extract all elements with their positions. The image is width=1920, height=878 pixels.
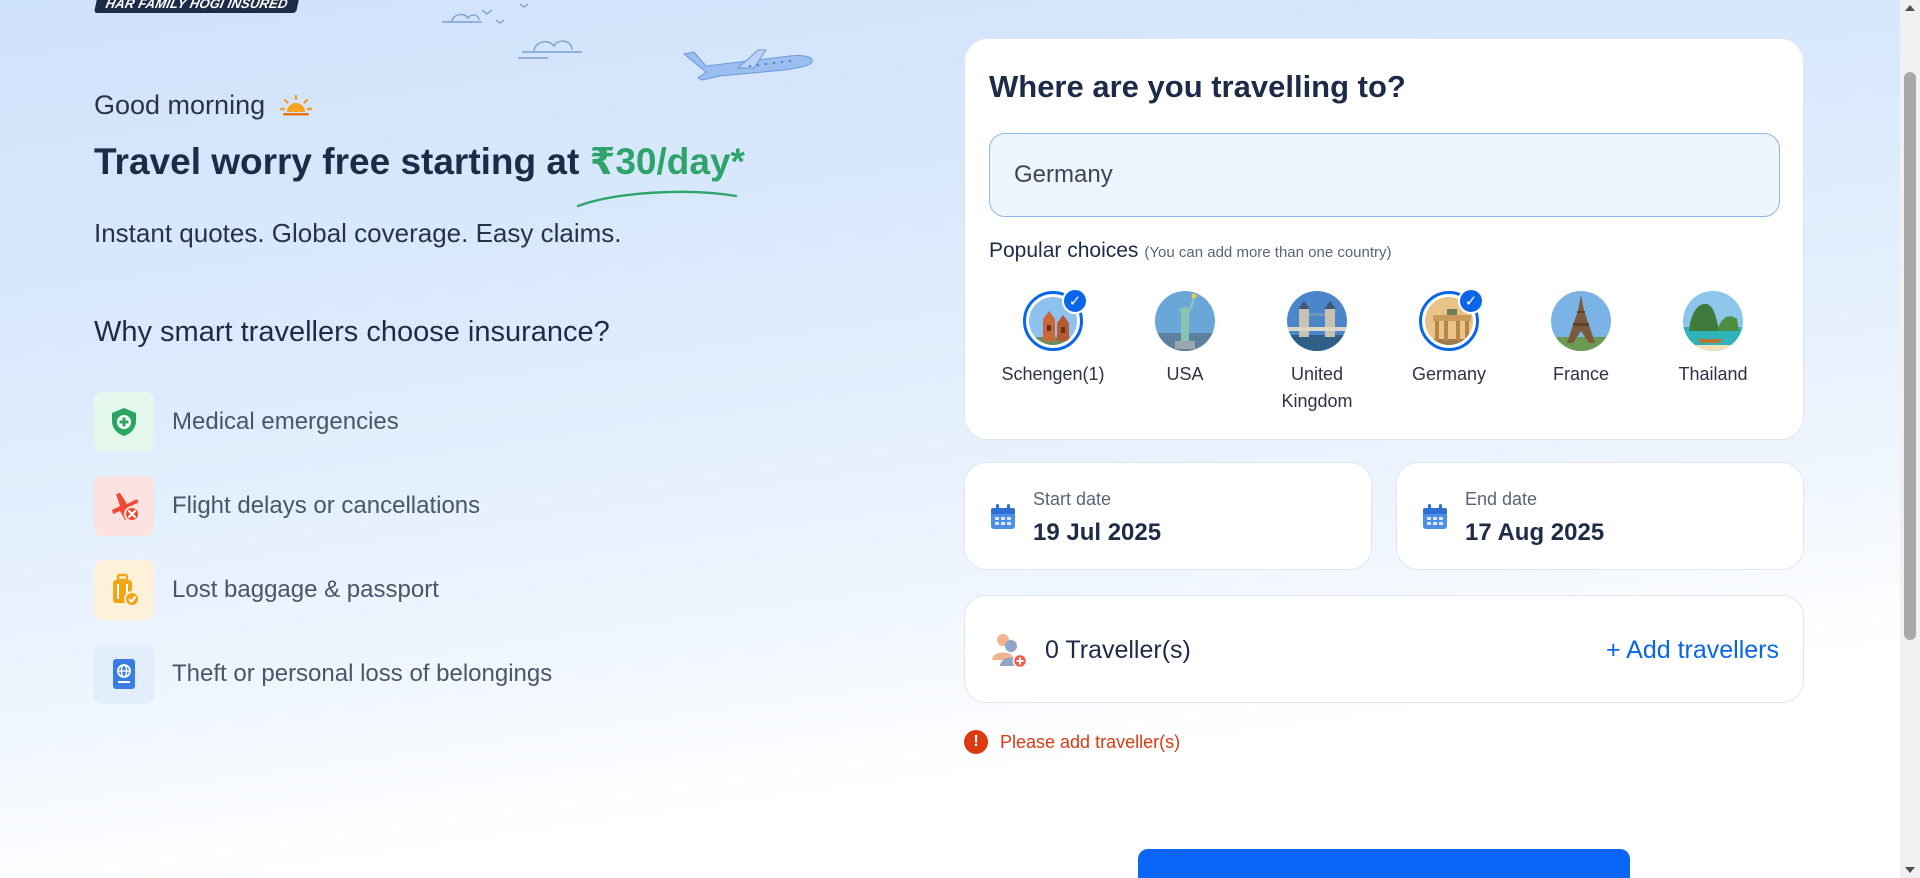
benefit-item: Theft or personal loss of belongings (94, 644, 552, 704)
selected-check-icon: ✓ (1458, 288, 1484, 314)
choice-label: Germany (1411, 364, 1487, 384)
luggage-icon (94, 560, 154, 620)
calendar-icon (991, 504, 1015, 529)
benefit-item: Medical emergencies (94, 392, 552, 452)
why-title: Why smart travellers choose insurance? (94, 316, 610, 348)
hero-subline: Instant quotes. Global coverage. Easy cl… (94, 218, 622, 248)
sunrise-icon (280, 94, 313, 115)
choice-label: Thailand (1678, 364, 1748, 384)
choice-ring (1683, 291, 1743, 351)
passport-icon (94, 644, 154, 704)
start-date-field[interactable]: Start date 19 Jul 2025 (964, 462, 1372, 570)
selected-check-icon: ✓ (1062, 288, 1088, 314)
travellers-field[interactable]: 0 Traveller(s) + Add travellers (964, 595, 1804, 703)
greeting-text: Good morning (94, 90, 266, 120)
start-date-label: Start date (1033, 489, 1112, 509)
page-scrollbar[interactable] (1900, 0, 1920, 878)
tower-bridge-icon (1287, 291, 1347, 351)
eiffel-tower-icon (1551, 291, 1611, 351)
popular-choices-title: Popular choices (989, 239, 1139, 262)
choice-ring (1551, 291, 1611, 351)
choice-label: Schengen(1) (1001, 364, 1105, 384)
add-travellers-button[interactable]: + Add travellers (1606, 636, 1779, 665)
choice-united-kingdom[interactable]: United Kingdom (1251, 291, 1383, 415)
scrollbar-thumb[interactable] (1904, 72, 1916, 640)
hero-headline: Travel worry free starting at ₹30/day* (94, 140, 745, 183)
benefit-item: Flight delays or cancellations (94, 476, 552, 536)
get-quote-button[interactable] (1138, 849, 1630, 878)
headline-price: ₹30/day* (589, 141, 745, 182)
statue-of-liberty-icon (1155, 291, 1215, 351)
end-date-value: 17 Aug 2025 (1465, 519, 1605, 546)
choice-label: USA (1166, 364, 1204, 384)
choice-schengen[interactable]: ✓ Schengen(1) (987, 288, 1119, 415)
choice-france[interactable]: France (1515, 291, 1647, 415)
thai-islands-icon (1683, 291, 1743, 351)
shield-plus-icon (94, 392, 154, 452)
headline-prefix: Travel worry free starting at (94, 141, 590, 182)
choice-ring: ✓ (1419, 288, 1484, 351)
traveller-error-text: Please add traveller(s) (1000, 731, 1181, 752)
choice-germany[interactable]: ✓ Germany (1383, 288, 1515, 415)
benefit-label: Theft or personal loss of belongings (172, 660, 553, 687)
end-date-field[interactable]: End date 17 Aug 2025 (1396, 462, 1804, 570)
choice-ring: ✓ (1023, 288, 1088, 351)
calendar-icon (1423, 504, 1447, 529)
choice-label: France (1552, 364, 1610, 384)
benefit-label: Lost baggage & passport (172, 576, 439, 603)
scroll-down-icon[interactable] (1905, 867, 1915, 873)
popular-choices-hint: (You can add more than one country) (1144, 244, 1392, 261)
price-underline-swoosh (576, 190, 738, 208)
choice-ring (1287, 291, 1347, 351)
benefit-label: Medical emergencies (172, 408, 399, 435)
start-date-value: 19 Jul 2025 (1033, 519, 1162, 546)
choice-thailand[interactable]: Thailand (1647, 291, 1779, 415)
choice-ring (1155, 291, 1215, 351)
traveller-count: 0 Traveller(s) (1045, 636, 1191, 664)
error-icon: ! (964, 730, 988, 754)
popular-choices: ✓ Schengen(1) USA United Kingdom ✓ Germa… (987, 288, 1779, 415)
travellers-icon (992, 634, 1028, 669)
benefit-label: Flight delays or cancellations (172, 492, 481, 519)
clouds-illustration (442, 3, 582, 59)
benefits-list: Medical emergencies Flight delays or can… (94, 392, 552, 728)
popular-choices-label: Popular choices (You can add more than on… (989, 239, 1392, 263)
destination-card: Where are you travelling to? Popular cho… (964, 38, 1804, 440)
brand-tagline: HAR FAMILY HOGI INSURED (93, 0, 300, 13)
traveller-error: ! Please add traveller(s) (964, 730, 1180, 754)
destination-input[interactable] (989, 133, 1780, 217)
airplane-illustration (682, 49, 813, 81)
scroll-up-icon[interactable] (1905, 5, 1915, 11)
choice-usa[interactable]: USA (1119, 291, 1251, 415)
destination-title: Where are you travelling to? (989, 69, 1406, 104)
greeting: Good morning (94, 90, 313, 121)
plane-cancel-icon (94, 476, 154, 536)
benefit-item: Lost baggage & passport (94, 560, 552, 620)
choice-label: United Kingdom (1281, 364, 1353, 411)
end-date-label: End date (1465, 489, 1538, 509)
